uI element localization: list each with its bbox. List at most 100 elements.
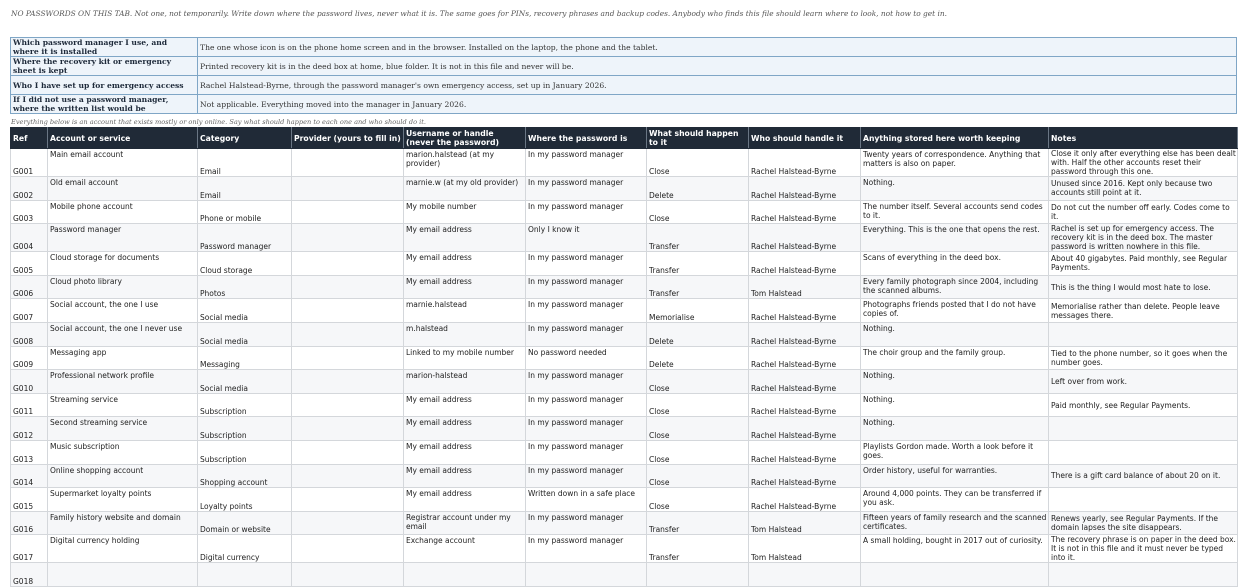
account-cell[interactable]: Second streaming service: [47, 416, 198, 441]
handler-cell[interactable]: Rachel Halstead-Byrne: [748, 392, 861, 418]
account-cell[interactable]: Streaming service: [47, 392, 198, 418]
ref-cell[interactable]: G014: [10, 463, 48, 489]
action-cell[interactable]: Transfer: [646, 274, 749, 300]
handler-cell[interactable]: Rachel Halstead-Byrne: [748, 176, 861, 201]
handler-cell[interactable]: Rachel Halstead-Byrne: [748, 416, 861, 441]
stored-content-cell[interactable]: Twenty years of correspondence. Anything…: [860, 148, 1049, 177]
category-cell[interactable]: Cloud storage: [197, 251, 292, 276]
username-cell[interactable]: My email address: [403, 274, 526, 300]
provider-cell[interactable]: [291, 392, 404, 418]
handler-cell[interactable]: Rachel Halstead-Byrne: [748, 439, 861, 465]
account-cell[interactable]: Cloud photo library: [47, 274, 198, 300]
provider-cell[interactable]: [291, 274, 404, 300]
notes-cell[interactable]: This is the thing I would most hate to l…: [1048, 274, 1238, 300]
stored-content-cell[interactable]: A small holding, bought in 2017 out of c…: [860, 534, 1049, 564]
handler-cell[interactable]: Rachel Halstead-Byrne: [748, 298, 861, 323]
category-cell[interactable]: Photos: [197, 274, 292, 300]
username-cell[interactable]: marnie.w (at my old provider): [403, 176, 526, 201]
notes-cell[interactable]: Do not cut the number off early. Codes c…: [1048, 199, 1238, 225]
handler-cell[interactable]: Rachel Halstead-Byrne: [748, 463, 861, 489]
action-cell[interactable]: Close: [646, 463, 749, 489]
category-cell[interactable]: Shopping account: [197, 463, 292, 489]
password-location-cell[interactable]: In my password manager: [525, 416, 647, 441]
provider-cell[interactable]: [291, 251, 404, 276]
provider-cell[interactable]: [291, 298, 404, 323]
username-cell[interactable]: Registrar account under my email: [403, 510, 526, 536]
stored-content-cell[interactable]: Scans of everything in the deed box.: [860, 251, 1049, 276]
username-cell[interactable]: My email address: [403, 487, 526, 512]
category-cell[interactable]: Password manager: [197, 223, 292, 253]
notes-cell[interactable]: Unused since 2016. Kept only because two…: [1048, 176, 1238, 201]
password-location-cell[interactable]: In my password manager: [525, 510, 647, 536]
stored-content-cell[interactable]: Nothing.: [860, 176, 1049, 201]
password-location-cell[interactable]: In my password manager: [525, 369, 647, 394]
notes-cell[interactable]: The recovery phrase is on paper in the d…: [1048, 534, 1238, 564]
ref-cell[interactable]: G016: [10, 510, 48, 536]
ref-cell[interactable]: G005: [10, 251, 48, 276]
handler-cell[interactable]: Rachel Halstead-Byrne: [748, 321, 861, 347]
category-cell[interactable]: Social media: [197, 298, 292, 323]
category-cell[interactable]: Email: [197, 176, 292, 201]
provider-cell[interactable]: [291, 487, 404, 512]
notes-cell[interactable]: [1048, 487, 1238, 512]
account-cell[interactable]: Supermarket loyalty points: [47, 487, 198, 512]
ref-cell[interactable]: G017: [10, 534, 48, 564]
notes-cell[interactable]: There is a gift card balance of about 20…: [1048, 463, 1238, 489]
notes-cell[interactable]: [1048, 439, 1238, 465]
ref-cell[interactable]: G018: [10, 562, 48, 587]
notes-cell[interactable]: Rachel is set up for emergency access. T…: [1048, 223, 1238, 253]
stored-content-cell[interactable]: Photographs friends posted that I do not…: [860, 298, 1049, 323]
action-cell[interactable]: Close: [646, 416, 749, 441]
notes-cell[interactable]: Close it only after everything else has …: [1048, 148, 1238, 177]
account-cell[interactable]: Online shopping account: [47, 463, 198, 489]
password-location-cell[interactable]: In my password manager: [525, 298, 647, 323]
account-cell[interactable]: Old email account: [47, 176, 198, 201]
handler-cell[interactable]: Rachel Halstead-Byrne: [748, 345, 861, 371]
account-cell[interactable]: Music subscription: [47, 439, 198, 465]
provider-cell[interactable]: [291, 369, 404, 394]
provider-cell[interactable]: [291, 148, 404, 177]
provider-cell[interactable]: [291, 463, 404, 489]
category-cell[interactable]: [197, 562, 292, 587]
notes-cell[interactable]: Tied to the phone number, so it goes whe…: [1048, 345, 1238, 371]
stored-content-cell[interactable]: The choir group and the family group.: [860, 345, 1049, 371]
username-cell[interactable]: My email address: [403, 392, 526, 418]
stored-content-cell[interactable]: Every family photograph since 2004, incl…: [860, 274, 1049, 300]
category-cell[interactable]: Subscription: [197, 439, 292, 465]
ref-cell[interactable]: G010: [10, 369, 48, 394]
username-cell[interactable]: marnie.halstead: [403, 298, 526, 323]
ref-cell[interactable]: G007: [10, 298, 48, 323]
notes-cell[interactable]: Left over from work.: [1048, 369, 1238, 394]
username-cell[interactable]: My email address: [403, 416, 526, 441]
password-location-cell[interactable]: In my password manager: [525, 321, 647, 347]
ref-cell[interactable]: G004: [10, 223, 48, 253]
account-cell[interactable]: Cloud storage for documents: [47, 251, 198, 276]
action-cell[interactable]: Close: [646, 392, 749, 418]
stored-content-cell[interactable]: [860, 562, 1049, 587]
provider-cell[interactable]: [291, 439, 404, 465]
ref-cell[interactable]: G013: [10, 439, 48, 465]
notes-cell[interactable]: Memorialise rather than delete. People l…: [1048, 298, 1238, 323]
notes-cell[interactable]: [1048, 416, 1238, 441]
category-cell[interactable]: Phone or mobile: [197, 199, 292, 225]
action-cell[interactable]: Close: [646, 369, 749, 394]
category-cell[interactable]: Subscription: [197, 392, 292, 418]
handler-cell[interactable]: [748, 562, 861, 587]
action-cell[interactable]: Close: [646, 487, 749, 512]
handler-cell[interactable]: Rachel Halstead-Byrne: [748, 487, 861, 512]
handler-cell[interactable]: Tom Halstead: [748, 534, 861, 564]
handler-cell[interactable]: Tom Halstead: [748, 510, 861, 536]
stored-content-cell[interactable]: Nothing.: [860, 392, 1049, 418]
username-cell[interactable]: Exchange account: [403, 534, 526, 564]
password-location-cell[interactable]: In my password manager: [525, 392, 647, 418]
stored-content-cell[interactable]: Nothing.: [860, 321, 1049, 347]
action-cell[interactable]: Transfer: [646, 223, 749, 253]
category-cell[interactable]: Social media: [197, 321, 292, 347]
handler-cell[interactable]: Rachel Halstead-Byrne: [748, 223, 861, 253]
stored-content-cell[interactable]: Nothing.: [860, 416, 1049, 441]
username-cell[interactable]: [403, 562, 526, 587]
handler-cell[interactable]: Rachel Halstead-Byrne: [748, 251, 861, 276]
provider-cell[interactable]: [291, 176, 404, 201]
category-cell[interactable]: Social media: [197, 369, 292, 394]
account-cell[interactable]: Family history website and domain: [47, 510, 198, 536]
